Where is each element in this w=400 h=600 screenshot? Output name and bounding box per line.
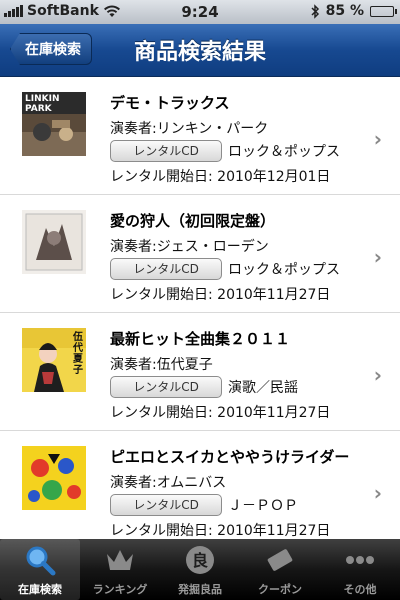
tab-label: クーポン	[258, 583, 302, 596]
tab-label: 発掘良品	[178, 583, 222, 596]
format-badge: レンタルCD	[110, 258, 222, 280]
search-icon	[26, 546, 56, 576]
list-item[interactable]: 伍代夏子 最新ヒット全曲集２０１１ 演奏者:伍代夏子 レンタルCD 演歌／民謡 …	[0, 313, 400, 431]
svg-text:良: 良	[192, 551, 208, 570]
chevron-right-icon: ›	[373, 481, 382, 505]
crown-icon	[107, 550, 133, 570]
rental-start-date: レンタル開始日: 2010年11月27日	[110, 405, 331, 421]
tab-stock-search[interactable]: 在庫検索	[0, 539, 80, 600]
album-cover: 伍代夏子	[22, 328, 86, 392]
item-genre: ロック＆ポップス	[228, 262, 340, 278]
item-artist: 演奏者:ジェス・ローデン	[110, 239, 269, 255]
tab-bar: 在庫検索 ランキング 良 発掘良品 クーポン その他	[0, 539, 400, 600]
format-badge: レンタルCD	[110, 376, 222, 398]
tab-more[interactable]: その他	[320, 539, 400, 600]
tab-hakkutsu[interactable]: 良 発掘良品	[160, 539, 240, 600]
tab-label: 在庫検索	[18, 583, 62, 596]
item-genre: Ｊ－ＰＯＰ	[228, 498, 298, 514]
format-badge: レンタルCD	[110, 140, 222, 162]
album-cover	[22, 210, 86, 274]
more-icon	[346, 556, 374, 564]
album-cover: LINKIN PARK	[22, 92, 86, 156]
rental-start-date: レンタル開始日: 2010年11月27日	[110, 287, 331, 303]
item-artist: 演奏者:リンキン・パーク	[110, 121, 269, 137]
item-title: 愛の狩人（初回限定盤）	[110, 212, 276, 230]
status-bar: SoftBank 9:24 85 %	[0, 0, 400, 24]
item-title: 最新ヒット全曲集２０１１	[110, 330, 291, 348]
cover-text: LINKIN PARK	[25, 94, 60, 114]
bluetooth-icon	[311, 3, 319, 19]
tab-label: ランキング	[92, 583, 148, 596]
tab-ranking[interactable]: ランキング	[80, 539, 160, 600]
tab-coupon[interactable]: クーポン	[240, 539, 320, 600]
rental-start-date: レンタル開始日: 2010年11月27日	[110, 523, 331, 539]
album-cover	[22, 446, 86, 510]
format-badge: レンタルCD	[110, 494, 222, 516]
ryo-seal-icon: 良	[186, 546, 214, 574]
item-artist: 演奏者:オムニバス	[110, 475, 227, 491]
tab-label: その他	[343, 583, 377, 596]
item-genre: 演歌／民謡	[228, 380, 298, 396]
list-item[interactable]: LINKIN PARK デモ・トラックス 演奏者:リンキン・パーク レンタルCD…	[0, 77, 400, 195]
battery-percent: 85 %	[325, 3, 364, 19]
cover-text: 伍代夏子	[73, 332, 83, 376]
item-title: ピエロとスイカとややうけライダー	[110, 448, 350, 466]
battery-icon	[370, 5, 397, 17]
list-item[interactable]: 愛の狩人（初回限定盤） 演奏者:ジェス・ローデン レンタルCD ロック＆ポップス…	[0, 195, 400, 313]
chevron-right-icon: ›	[373, 127, 382, 151]
chevron-right-icon: ›	[373, 363, 382, 387]
coupon-icon	[267, 549, 293, 571]
item-artist: 演奏者:伍代夏子	[110, 357, 213, 373]
page-title: 商品検索結果	[133, 40, 266, 65]
item-genre: ロック＆ポップス	[228, 144, 340, 160]
navigation-bar: 在庫検索 商品検索結果	[0, 24, 400, 77]
rental-start-date: レンタル開始日: 2010年12月01日	[110, 169, 331, 185]
list-item[interactable]: ピエロとスイカとややうけライダー 演奏者:オムニバス レンタルCD Ｊ－ＰＯＰ …	[0, 431, 400, 548]
chevron-right-icon: ›	[373, 245, 382, 269]
results-list: LINKIN PARK デモ・トラックス 演奏者:リンキン・パーク レンタルCD…	[0, 77, 400, 548]
item-title: デモ・トラックス	[110, 94, 230, 112]
